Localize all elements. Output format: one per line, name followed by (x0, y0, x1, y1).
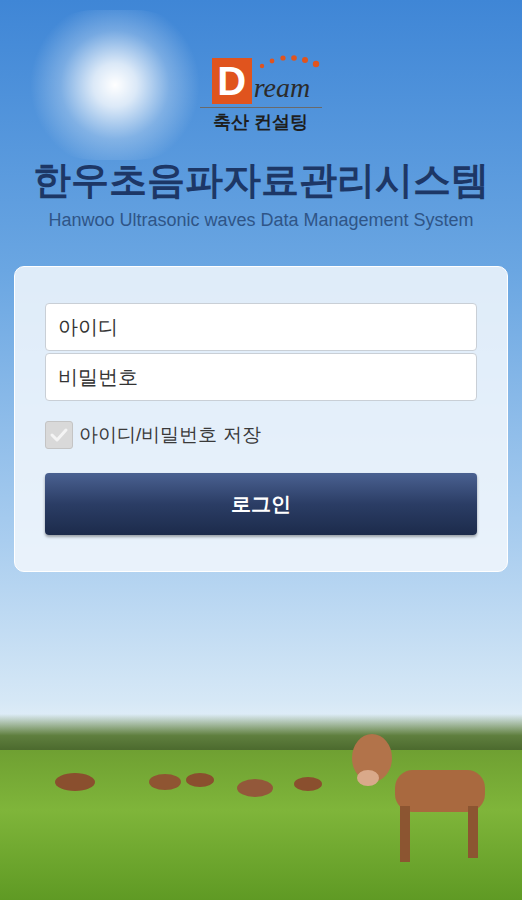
app-subtitle: Hanwoo Ultrasonic waves Data Management … (48, 208, 473, 232)
login-button[interactable]: 로그인 (45, 473, 477, 535)
login-screen: D ream 축산 컨설팅 한우초음파자료관리시스템 Hanwoo Ultras… (0, 0, 522, 900)
password-input[interactable] (45, 353, 477, 401)
remember-label[interactable]: 아이디/비밀번호 저장 (79, 422, 261, 448)
pasture-photo (0, 582, 522, 900)
login-card: 아이디/비밀번호 저장 로그인 (14, 266, 508, 572)
logo-text: ream (254, 74, 311, 102)
sun-glow (20, 10, 210, 160)
check-icon (49, 425, 69, 445)
remember-checkbox[interactable] (45, 421, 73, 449)
logo: D ream 축산 컨설팅 (0, 0, 522, 134)
dots-icon (256, 52, 326, 72)
app-title: 한우초음파자료관리시스템 (33, 156, 489, 204)
cattle-icon (0, 710, 522, 900)
remember-row[interactable]: 아이디/비밀번호 저장 (45, 419, 477, 451)
id-input[interactable] (45, 303, 477, 351)
logo-letter: D (217, 61, 246, 101)
logo-d-box: D (212, 58, 252, 104)
logo-caption: 축산 컨설팅 (213, 110, 308, 134)
